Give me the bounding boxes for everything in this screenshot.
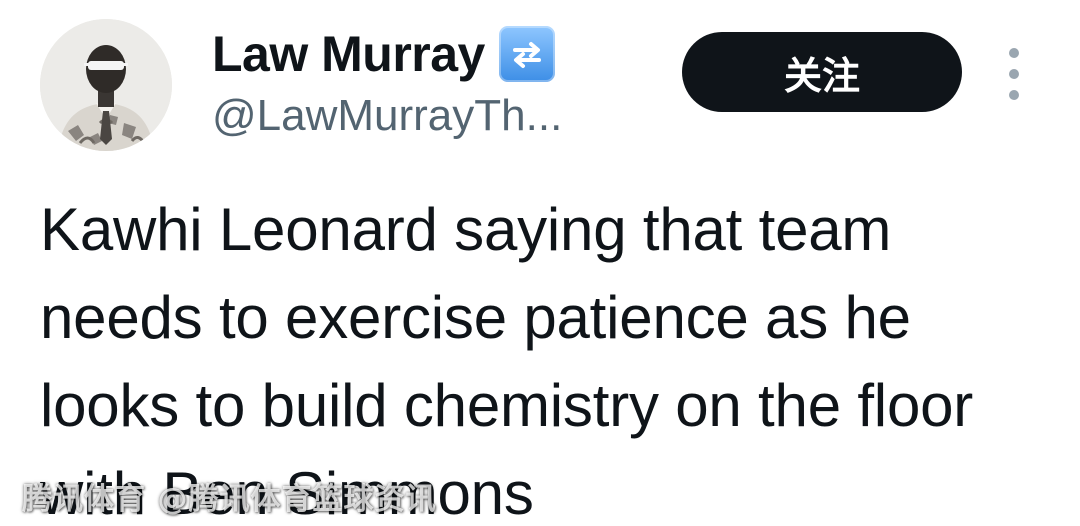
repeat-arrows-icon [498, 26, 555, 82]
author-handle[interactable]: @LawMurrayTh... [212, 94, 562, 138]
follow-button[interactable]: 关注 [682, 32, 962, 112]
more-options-button[interactable] [998, 48, 1030, 100]
tweet-card: Law Murray @LawMurrayTh... 关注 Kawhi Leon… [0, 0, 1080, 526]
author-name-row: Law Murray [212, 24, 555, 84]
avatar-photo-icon [40, 19, 172, 151]
vertical-ellipsis-dot [1009, 90, 1019, 100]
vertical-ellipsis-dot [1009, 69, 1019, 79]
watermark-text: 腾讯体育 @腾讯体育篮球资讯 [22, 482, 437, 517]
vertical-ellipsis-icon [1009, 48, 1019, 58]
avatar[interactable] [40, 19, 172, 151]
author-display-name[interactable]: Law Murray [212, 29, 485, 79]
